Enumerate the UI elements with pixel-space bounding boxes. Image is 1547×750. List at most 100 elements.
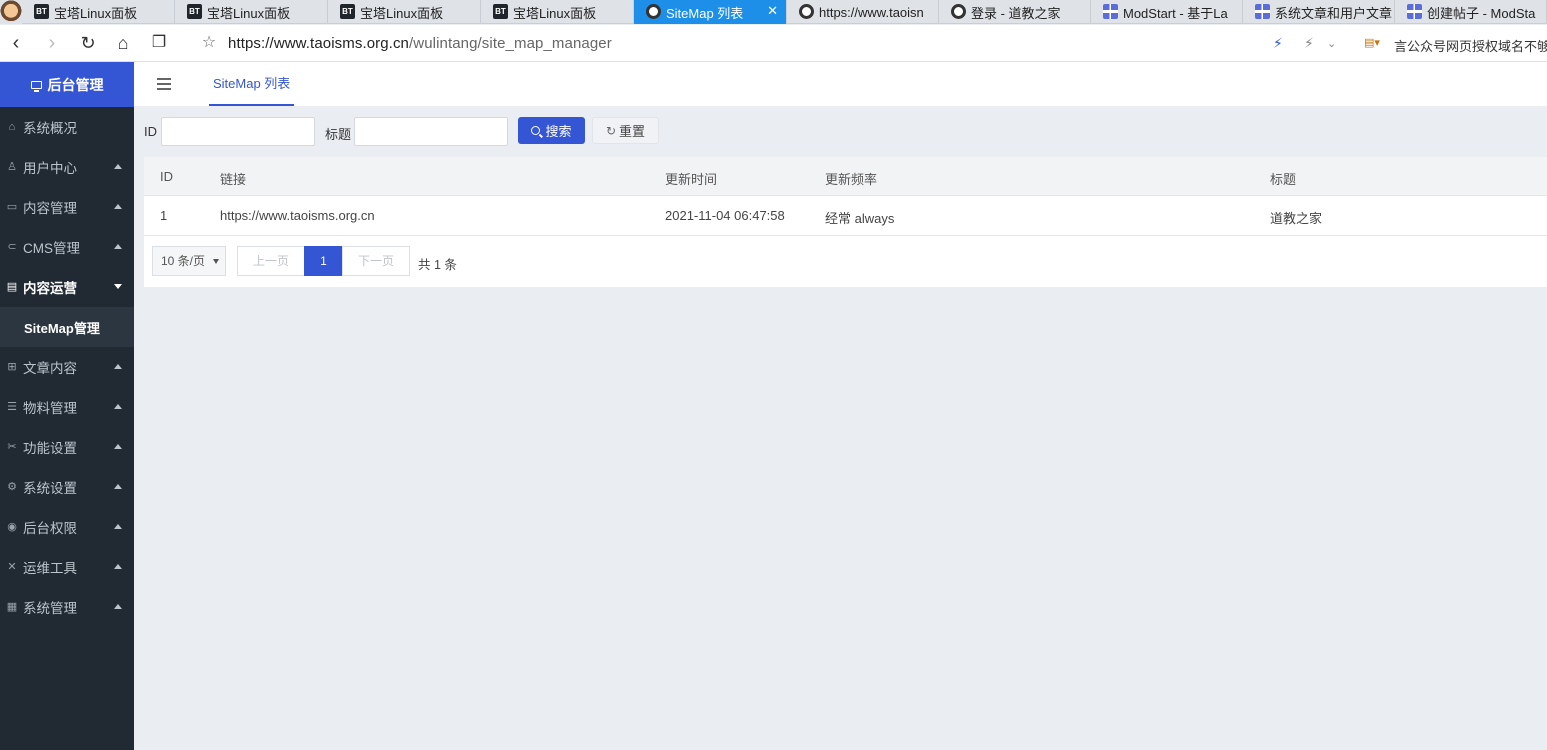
profile-avatar[interactable] [0,0,22,24]
cell-title: 道教之家 [1270,211,1323,226]
bt-icon: BT [493,4,508,19]
sidebar-item-permissions[interactable]: ◉ 后台权限 [0,507,134,547]
bt-icon: BT [187,4,202,19]
sidebar-item-materials[interactable]: ☰ 物料管理 [0,387,134,427]
browser-tab[interactable]: 创建帖子 - ModSta [1395,0,1547,24]
browser-tab-active[interactable]: SiteMap 列表 ✕ [634,0,787,24]
brand-header[interactable]: 后台管理 [0,62,134,107]
sidebar-subitem-sitemap[interactable]: SiteMap管理 [0,307,134,347]
browser-tab[interactable]: BT 宝塔Linux面板 [175,0,328,24]
bookmark-star-icon[interactable]: ☆ [198,32,220,54]
caret-up-icon [114,484,122,489]
cell-update-time: 2021-11-04 06:47:58 [665,208,785,223]
eye-icon [951,4,966,19]
browser-tab[interactable]: BT 宝塔Linux面板 [481,0,634,24]
caret-down-icon [213,259,219,264]
notice-text[interactable]: 言公众号网页授权域名不够 [1394,36,1547,55]
reader-icon[interactable]: ❐ [148,32,170,54]
caret-up-icon [114,244,122,249]
wrench-icon: ✕ [7,561,17,573]
table-row[interactable]: 1 https://www.taoisms.org.cn 2021-11-04 … [144,196,1547,236]
doc-icon: ▤ [6,281,18,293]
tools-icon: ✂ [7,441,17,453]
search-button[interactable]: 搜索 [518,117,585,144]
list-icon: ☰ [7,401,17,413]
grid-icon [1407,4,1422,19]
caret-up-icon [114,444,122,449]
tab-sitemap-list[interactable]: SiteMap 列表 [209,62,295,106]
page-number-button[interactable]: 1 [304,246,343,276]
sidebar-item-settings[interactable]: ⚙ 系统设置 [0,467,134,507]
caret-up-icon [114,364,122,369]
back-icon[interactable]: ‹ [5,32,27,54]
column-header[interactable]: ID [160,169,173,184]
browser-tab[interactable]: https://www.taoisn [787,0,939,24]
user-circle-icon: ◉ [7,521,17,533]
browser-tab[interactable]: 登录 - 道教之家 [939,0,1091,24]
eye-icon [646,4,661,19]
sidebar-item-content-ops[interactable]: ▤ 内容运营 [0,267,134,307]
browser-tab[interactable]: BT 宝塔Linux面板 [328,0,481,24]
sidebar-item-articles[interactable]: ⊞ 文章内容 [0,347,134,387]
flash-icon[interactable]: ⚡ [1304,35,1314,52]
caret-up-icon [114,404,122,409]
id-label: ID [144,124,157,139]
reset-button[interactable]: ↻ 重置 [592,117,659,144]
monitor-icon [30,80,42,92]
caret-up-icon [114,564,122,569]
sidebar-item-features[interactable]: ✂ 功能设置 [0,427,134,467]
url-path: /wulintang/site_map_manager [409,35,612,52]
cell-frequency: 经常 always [825,211,895,226]
caret-down-icon [114,284,122,289]
gear-icon: ⚙ [7,481,17,493]
grid-icon [1255,4,1270,19]
home-icon: ⌂ [8,121,16,133]
table-header: ID 链接 更新时间 更新频率 标题 [144,157,1547,196]
next-page-button[interactable]: 下一页 [342,246,410,276]
sidebar-item-overview[interactable]: ⌂ 系统概况 [0,107,134,147]
sidebar-item-content[interactable]: ▭ 内容管理 [0,187,134,227]
sidebar: 后台管理 ⌂ 系统概况 ♙ 用户中心 ▭ 内容管理 ⊂ CMS管理 ▤ 内容运营 Site… [0,62,134,750]
cell-id: 1 [160,208,168,223]
browser-tab[interactable]: BT 宝塔Linux面板 [22,0,175,24]
address-bar: ‹ › ↻ ⌂ ❐ ☆ https://www.taoisms.org.cn/w… [0,25,1547,62]
browser-tab[interactable]: ModStart - 基于La [1091,0,1243,24]
page-size-select[interactable]: 10 条/页 [152,246,226,276]
caret-up-icon [114,604,122,609]
sidebar-item-cms[interactable]: ⊂ CMS管理 [0,227,134,267]
browser-tab[interactable]: 系统文章和用户文章 [1243,0,1395,24]
id-input[interactable] [161,117,315,146]
main-header: SiteMap 列表 [134,62,1547,106]
home-icon[interactable]: ⌂ [112,32,134,54]
close-tab-icon[interactable]: ✕ [767,3,778,19]
pagination: 10 条/页 上一页 1 下一页 共 1 条 [144,246,1547,276]
prev-page-button[interactable]: 上一页 [237,246,305,276]
file-icon: ▭ [6,201,18,213]
url-host: https://www.taoisms.org.cn [228,35,409,52]
bt-icon: BT [34,4,49,19]
sidebar-item-system[interactable]: ▦ 系统管理 [0,587,134,627]
reload-icon[interactable]: ↻ [77,32,99,54]
cms-icon: ⊂ [7,241,17,253]
column-header[interactable]: 链接 [220,169,246,188]
grid-icon [1103,4,1118,19]
sidebar-item-ops-tools[interactable]: ✕ 运维工具 [0,547,134,587]
url-field[interactable]: https://www.taoisms.org.cn/wulintang/sit… [228,35,612,52]
column-header[interactable]: 更新时间 [665,169,717,188]
column-header[interactable]: 更新频率 [825,169,877,188]
sidebar-item-users[interactable]: ♙ 用户中心 [0,147,134,187]
apps-icon: ⊞ [7,361,17,373]
menu-toggle-icon[interactable] [157,78,171,90]
title-label: 标题 [325,127,352,142]
caret-up-icon [114,204,122,209]
chevron-down-icon[interactable]: ⌄ [1327,37,1336,50]
users-icon: ♙ [7,161,17,173]
caret-up-icon [114,164,122,169]
lightning-icon[interactable]: ⚡ [1273,35,1283,52]
forward-icon[interactable]: › [41,32,63,54]
title-input[interactable] [354,117,508,146]
extension-icon[interactable]: ▤▾ [1364,36,1380,49]
column-header[interactable]: 标题 [1270,169,1296,188]
chart-icon: ▦ [6,601,18,613]
caret-up-icon [114,524,122,529]
